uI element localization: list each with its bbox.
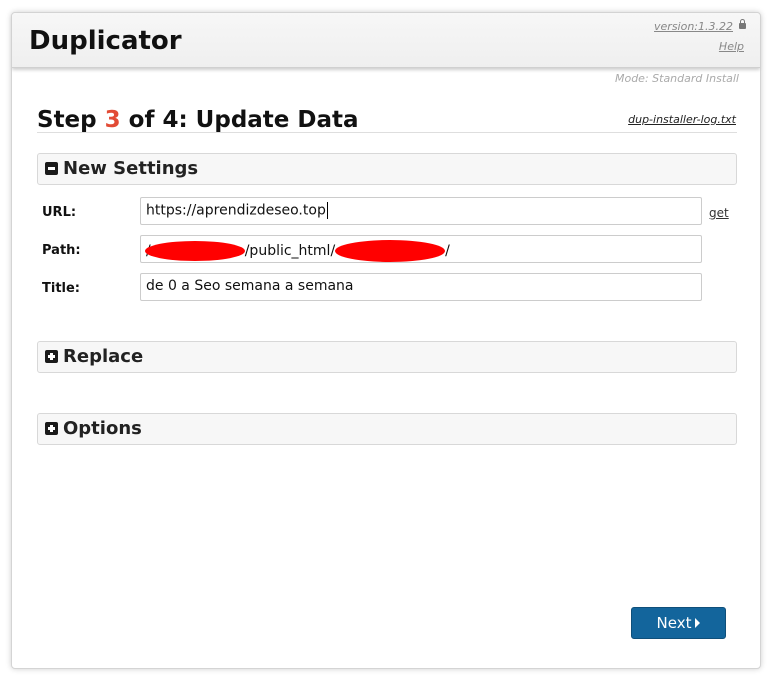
lock-icon[interactable] — [739, 19, 746, 29]
section-label: Options — [63, 418, 142, 439]
section-label: Replace — [63, 346, 144, 367]
title-value: de 0 a Seo semana a semana — [146, 278, 354, 294]
redaction-mark — [144, 241, 245, 261]
step-suffix: of 4: Update Data — [120, 107, 359, 133]
get-url-link[interactable]: get — [709, 206, 729, 220]
version-area: version:1.3.22 — [654, 19, 746, 33]
section-new-settings[interactable]: New Settings — [37, 153, 737, 185]
next-button-label: Next — [656, 614, 692, 632]
app-title: Duplicator — [29, 26, 182, 56]
plus-box-icon — [45, 350, 58, 363]
header: Duplicator version:1.3.22 Help — [12, 13, 760, 68]
help-link[interactable]: Help — [719, 40, 744, 53]
section-replace[interactable]: Replace — [37, 341, 737, 373]
path-input[interactable]: //public_html// — [140, 235, 702, 263]
text-caret — [326, 202, 328, 219]
path-value-suffix: / — [445, 243, 450, 259]
title-label: Title: — [42, 281, 81, 296]
path-value-mid: /public_html/ — [244, 243, 336, 259]
installer-window: Duplicator version:1.3.22 Help Mode: Sta… — [11, 12, 761, 669]
path-label: Path: — [42, 243, 81, 258]
step-prefix: Step — [37, 107, 105, 133]
next-button[interactable]: Next — [631, 607, 726, 639]
section-label: New Settings — [63, 158, 199, 179]
url-input[interactable]: https://aprendizdeseo.top — [140, 197, 702, 225]
step-number: 3 — [104, 107, 121, 133]
install-mode: Mode: Standard Install — [614, 72, 739, 85]
step-title: Step 3 of 4: Update Data — [37, 107, 359, 133]
version-link[interactable]: version:1.3.22 — [654, 20, 733, 33]
redaction-mark — [335, 240, 446, 262]
url-label: URL: — [42, 205, 77, 220]
caret-right-icon — [695, 617, 701, 628]
title-input[interactable]: de 0 a Seo semana a semana — [140, 273, 702, 301]
divider — [37, 132, 737, 133]
minus-box-icon — [45, 162, 58, 175]
section-options[interactable]: Options — [37, 413, 737, 445]
installer-log-link[interactable]: dup-installer-log.txt — [628, 113, 736, 126]
url-value: https://aprendizdeseo.top — [146, 202, 326, 219]
plus-box-icon — [45, 422, 58, 435]
